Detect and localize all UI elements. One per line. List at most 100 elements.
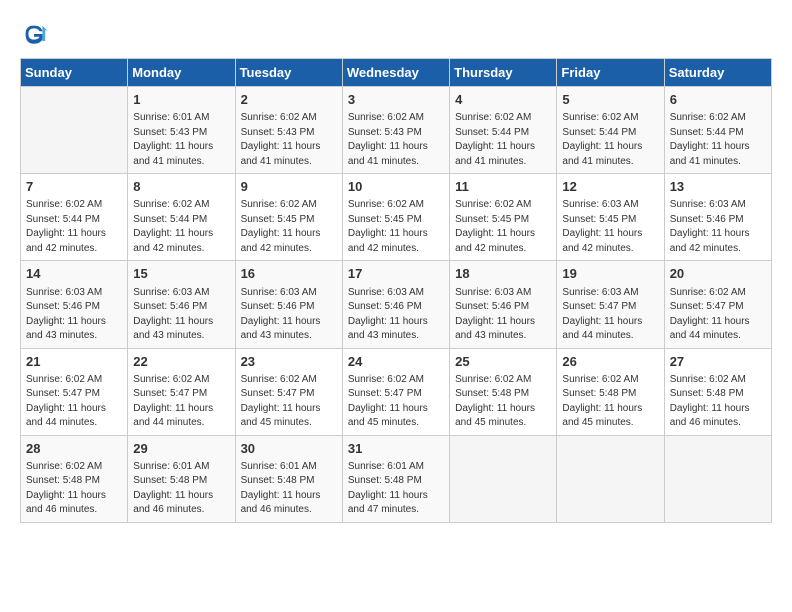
day-header-thursday: Thursday [450,59,557,87]
day-detail: Sunrise: 6:02 AM Sunset: 5:48 PM Dayligh… [26,460,122,518]
day-number: 13 [670,178,766,196]
day-detail: Sunrise: 6:02 AM Sunset: 5:47 PM Dayligh… [241,373,337,431]
day-number: 12 [562,178,658,196]
day-number: 27 [670,353,766,371]
day-detail: Sunrise: 6:02 AM Sunset: 5:45 PM Dayligh… [241,198,337,256]
day-number: 16 [241,265,337,283]
day-detail: Sunrise: 6:02 AM Sunset: 5:44 PM Dayligh… [133,198,229,256]
day-detail: Sunrise: 6:02 AM Sunset: 5:48 PM Dayligh… [562,373,658,431]
day-detail: Sunrise: 6:01 AM Sunset: 5:43 PM Dayligh… [133,111,229,169]
day-number: 15 [133,265,229,283]
calendar-cell: 11 Sunrise: 6:02 AM Sunset: 5:45 PM Dayli… [450,174,557,261]
day-number: 7 [26,178,122,196]
day-number: 5 [562,91,658,109]
week-row-3: 14Sunrise: 6:03 AM Sunset: 5:46 PM Dayli… [21,261,772,348]
day-detail: Sunrise: 6:03 AM Sunset: 5:46 PM Dayligh… [241,286,337,344]
calendar-cell: 10 Sunrise: 6:02 AM Sunset: 5:45 PM Dayli… [342,174,449,261]
calendar-cell: 27Sunrise: 6:02 AM Sunset: 5:48 PM Dayli… [664,348,771,435]
day-detail: Sunrise: 6:03 AM Sunset: 5:46 PM Dayligh… [133,286,229,344]
calendar-cell: 5 Sunrise: 6:02 AM Sunset: 5:44 PM Daylig… [557,87,664,174]
day-detail: Sunrise: 6:02 AM Sunset: 5:45 PM Dayligh… [455,198,551,256]
calendar-cell [557,435,664,522]
calendar-cell: 8Sunrise: 6:02 AM Sunset: 5:44 PM Daylig… [128,174,235,261]
day-number: 22 [133,353,229,371]
day-detail: Sunrise: 6:01 AM Sunset: 5:48 PM Dayligh… [241,460,337,518]
calendar-table: SundayMondayTuesdayWednesdayThursdayFrid… [20,58,772,523]
calendar-cell: 19 Sunrise: 6:03 AM Sunset: 5:47 PM Dayli… [557,261,664,348]
calendar-cell: 21 Sunrise: 6:02 AM Sunset: 5:47 PM Dayli… [21,348,128,435]
week-row-5: 28 Sunrise: 6:02 AM Sunset: 5:48 PM Dayli… [21,435,772,522]
calendar-cell: 28 Sunrise: 6:02 AM Sunset: 5:48 PM Dayli… [21,435,128,522]
day-number: 30 [241,440,337,458]
day-header-saturday: Saturday [664,59,771,87]
calendar-cell: 20 Sunrise: 6:02 AM Sunset: 5:47 PM Dayli… [664,261,771,348]
day-number: 3 [348,91,444,109]
day-number: 31 [348,440,444,458]
day-detail: Sunrise: 6:02 AM Sunset: 5:43 PM Dayligh… [241,111,337,169]
calendar-cell [21,87,128,174]
day-detail: Sunrise: 6:03 AM Sunset: 5:46 PM Dayligh… [670,198,766,256]
calendar-cell [664,435,771,522]
day-detail: Sunrise: 6:02 AM Sunset: 5:44 PM Dayligh… [562,111,658,169]
day-header-tuesday: Tuesday [235,59,342,87]
day-number: 20 [670,265,766,283]
day-detail: Sunrise: 6:02 AM Sunset: 5:47 PM Dayligh… [133,373,229,431]
calendar-cell: 31 Sunrise: 6:01 AM Sunset: 5:48 PM Dayli… [342,435,449,522]
day-number: 24 [348,353,444,371]
calendar-cell: 16 Sunrise: 6:03 AM Sunset: 5:46 PM Dayli… [235,261,342,348]
day-number: 19 [562,265,658,283]
day-number: 21 [26,353,122,371]
calendar-cell: 15 Sunrise: 6:03 AM Sunset: 5:46 PM Dayli… [128,261,235,348]
day-number: 6 [670,91,766,109]
day-header-friday: Friday [557,59,664,87]
calendar-cell: 9 Sunrise: 6:02 AM Sunset: 5:45 PM Daylig… [235,174,342,261]
day-number: 9 [241,178,337,196]
calendar-cell: 30 Sunrise: 6:01 AM Sunset: 5:48 PM Dayli… [235,435,342,522]
day-number: 4 [455,91,551,109]
week-row-2: 7 Sunrise: 6:02 AM Sunset: 5:44 PM Daylig… [21,174,772,261]
calendar-cell [450,435,557,522]
day-number: 23 [241,353,337,371]
day-detail: Sunrise: 6:02 AM Sunset: 5:47 PM Dayligh… [348,373,444,431]
calendar-cell: 22 Sunrise: 6:02 AM Sunset: 5:47 PM Dayli… [128,348,235,435]
day-number: 28 [26,440,122,458]
day-number: 2 [241,91,337,109]
calendar-cell: 14Sunrise: 6:03 AM Sunset: 5:46 PM Dayli… [21,261,128,348]
day-number: 25 [455,353,551,371]
day-detail: Sunrise: 6:02 AM Sunset: 5:44 PM Dayligh… [455,111,551,169]
calendar-cell: 13 Sunrise: 6:03 AM Sunset: 5:46 PM Dayli… [664,174,771,261]
calendar-cell: 24 Sunrise: 6:02 AM Sunset: 5:47 PM Dayli… [342,348,449,435]
day-detail: Sunrise: 6:02 AM Sunset: 5:47 PM Dayligh… [26,373,122,431]
day-header-sunday: Sunday [21,59,128,87]
calendar-cell: 18Sunrise: 6:03 AM Sunset: 5:46 PM Dayli… [450,261,557,348]
calendar-cell: 2 Sunrise: 6:02 AM Sunset: 5:43 PM Daylig… [235,87,342,174]
day-detail: Sunrise: 6:02 AM Sunset: 5:47 PM Dayligh… [670,286,766,344]
calendar-cell: 1 Sunrise: 6:01 AM Sunset: 5:43 PM Daylig… [128,87,235,174]
calendar-cell: 29Sunrise: 6:01 AM Sunset: 5:48 PM Dayli… [128,435,235,522]
calendar-cell: 3Sunrise: 6:02 AM Sunset: 5:43 PM Daylig… [342,87,449,174]
day-number: 11 [455,178,551,196]
day-header-wednesday: Wednesday [342,59,449,87]
day-number: 1 [133,91,229,109]
day-detail: Sunrise: 6:03 AM Sunset: 5:47 PM Dayligh… [562,286,658,344]
calendar-cell: 23 Sunrise: 6:02 AM Sunset: 5:47 PM Dayli… [235,348,342,435]
logo [20,20,52,48]
day-number: 10 [348,178,444,196]
calendar-cell: 25 Sunrise: 6:02 AM Sunset: 5:48 PM Dayli… [450,348,557,435]
day-detail: Sunrise: 6:02 AM Sunset: 5:44 PM Dayligh… [670,111,766,169]
calendar-cell: 17Sunrise: 6:03 AM Sunset: 5:46 PM Dayli… [342,261,449,348]
day-detail: Sunrise: 6:02 AM Sunset: 5:45 PM Dayligh… [348,198,444,256]
day-detail: Sunrise: 6:01 AM Sunset: 5:48 PM Dayligh… [348,460,444,518]
day-detail: Sunrise: 6:03 AM Sunset: 5:46 PM Dayligh… [455,286,551,344]
day-number: 29 [133,440,229,458]
calendar-cell: 7 Sunrise: 6:02 AM Sunset: 5:44 PM Daylig… [21,174,128,261]
day-header-monday: Monday [128,59,235,87]
calendar-cell: 6 Sunrise: 6:02 AM Sunset: 5:44 PM Daylig… [664,87,771,174]
calendar-cell: 26 Sunrise: 6:02 AM Sunset: 5:48 PM Dayli… [557,348,664,435]
days-header-row: SundayMondayTuesdayWednesdayThursdayFrid… [21,59,772,87]
day-detail: Sunrise: 6:02 AM Sunset: 5:48 PM Dayligh… [455,373,551,431]
day-number: 26 [562,353,658,371]
day-detail: Sunrise: 6:02 AM Sunset: 5:44 PM Dayligh… [26,198,122,256]
day-detail: Sunrise: 6:03 AM Sunset: 5:46 PM Dayligh… [26,286,122,344]
day-number: 17 [348,265,444,283]
